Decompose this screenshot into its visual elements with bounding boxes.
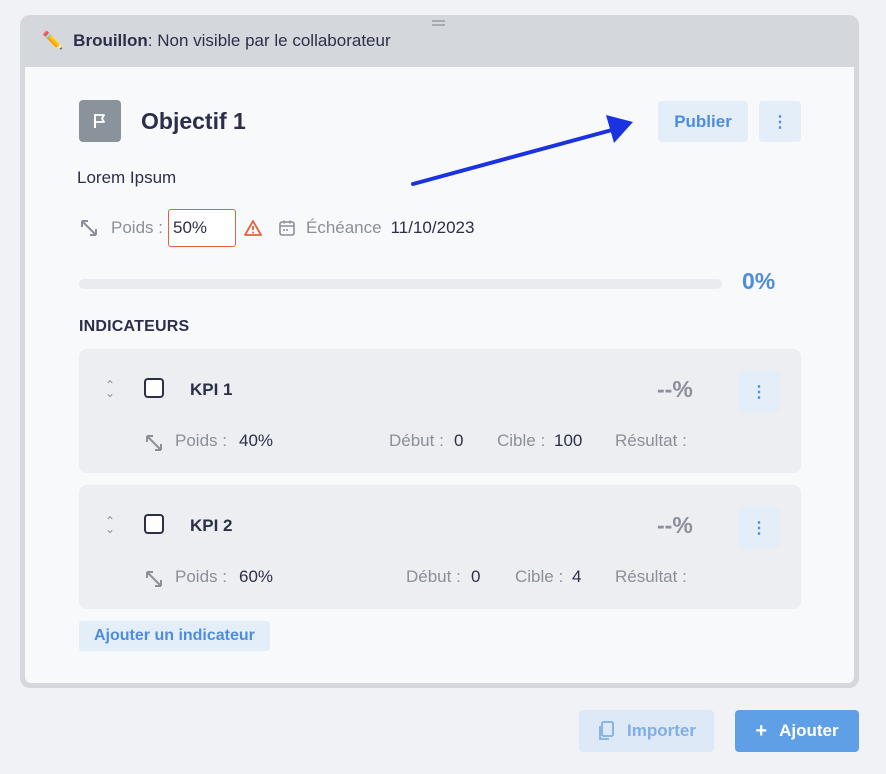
kpi-more-options-icon[interactable]: ⋮ (738, 371, 780, 412)
kpi-checkbox[interactable] (144, 378, 164, 398)
pencil-icon: ✏️ (42, 31, 64, 50)
kpi-target-label: Cible : (515, 567, 564, 586)
kpi-result-label: Résultat : (615, 567, 687, 586)
weight-label: Poids : (111, 218, 163, 237)
weight-icon (144, 569, 164, 594)
add-button[interactable]: + Ajouter (735, 710, 859, 752)
status-draft-label: Brouillon (73, 31, 148, 50)
objective-description: Lorem Ipsum (77, 168, 177, 187)
objective-title: Objectif 1 (141, 108, 246, 134)
import-label: Importer (627, 721, 696, 740)
kpi-start-label: Début : (389, 431, 444, 450)
sort-handle-icon[interactable]: ⌃ ⌄ (105, 515, 115, 535)
weight-icon (144, 433, 164, 458)
calendar-icon (278, 219, 296, 237)
objective-meta-row: Poids : 50% Échéance 11/10/2023 (79, 209, 474, 247)
add-label: Ajouter (779, 721, 839, 740)
kpi-card: ⌃ ⌄ KPI 1 --% ⋮ Poids : 40% Début : 0 Cib… (79, 349, 801, 473)
kpi-result-label: Résultat : (615, 431, 687, 450)
kpi-target-label: Cible : (497, 431, 546, 450)
kpi-percent: --% (657, 512, 693, 538)
kpi-name: KPI 1 (190, 380, 233, 399)
kpi-start-value: 0 (471, 567, 481, 586)
publish-button[interactable]: Publier (658, 101, 748, 142)
progress-bar (79, 279, 722, 289)
objective-more-options-icon[interactable]: ⋮ (759, 101, 801, 142)
sort-handle-icon[interactable]: ⌃ ⌄ (105, 379, 115, 399)
progress-percent: 0% (742, 268, 776, 294)
status-draft-text: : Non visible par le collaborateur (147, 31, 391, 50)
kpi-checkbox[interactable] (144, 514, 164, 534)
kpi-start-value: 0 (454, 431, 464, 450)
kpi-weight-value: 60% (239, 567, 274, 586)
kpi-percent: --% (657, 376, 693, 402)
kpi-weight-value: 40% (239, 431, 274, 450)
kpi-start-label: Début : (406, 567, 461, 586)
status-bar: ✏️ Brouillon : Non visible par le collab… (42, 28, 391, 54)
import-button[interactable]: Importer (579, 710, 714, 752)
plus-icon: + (755, 720, 768, 742)
copy-icon (597, 721, 615, 741)
flag-icon (79, 100, 121, 142)
drag-handle[interactable] (432, 20, 445, 26)
kpi-target-value: 4 (572, 567, 582, 586)
kpi-weight-label: Poids : (175, 567, 227, 586)
kpi-name: KPI 2 (190, 516, 233, 535)
weight-input[interactable]: 50% (167, 209, 236, 247)
kpi-target-value: 100 (554, 431, 583, 450)
weight-icon (79, 218, 99, 238)
kpi-more-options-icon[interactable]: ⋮ (738, 507, 780, 548)
warning-icon (244, 219, 262, 237)
indicators-title: INDICATEURS (79, 318, 190, 335)
due-label: Échéance (305, 218, 382, 237)
due-value: 11/10/2023 (390, 218, 475, 237)
kpi-card: ⌃ ⌄ KPI 2 --% ⋮ Poids : 60% Début : 0 Cib… (79, 485, 801, 609)
add-indicator-button[interactable]: Ajouter un indicateur (79, 621, 270, 651)
kpi-weight-label: Poids : (175, 431, 227, 450)
